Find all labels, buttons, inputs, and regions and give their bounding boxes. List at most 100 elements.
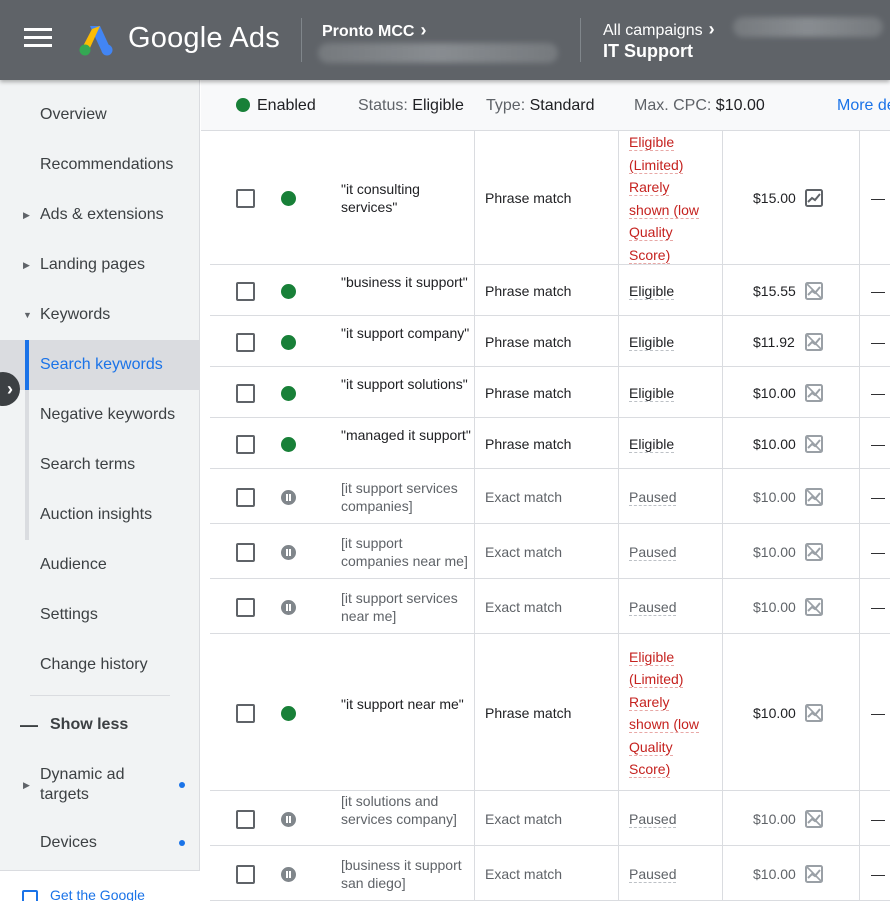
max-cpc-bid[interactable]: $10.00 (753, 811, 796, 827)
column-divider (618, 791, 619, 845)
enabled-status-icon[interactable] (281, 191, 296, 206)
row-checkbox[interactable] (236, 281, 255, 301)
table-row[interactable]: [it solutions and services company] Exact… (210, 791, 890, 846)
keyword-text[interactable]: [it support services near me] (341, 589, 471, 625)
keyword-status[interactable]: Eligible (629, 433, 719, 456)
paused-status-icon[interactable] (281, 811, 296, 827)
row-checkbox[interactable] (236, 809, 255, 829)
enabled-status-selector[interactable]: Enabled (257, 97, 316, 115)
keyword-text[interactable]: "it support near me" (341, 695, 471, 713)
empty-metric: — (871, 704, 885, 721)
chart-disabled-icon[interactable] (804, 597, 824, 617)
row-checkbox[interactable] (236, 703, 255, 723)
keyword-text[interactable]: [business it support san diego] (341, 856, 471, 892)
keyword-status[interactable]: Eligible (629, 331, 719, 354)
account-selector[interactable]: Pronto MCC › (322, 20, 426, 41)
keyword-status[interactable]: Eligible (629, 280, 719, 303)
keyword-status[interactable]: Paused (629, 541, 719, 564)
paused-status-icon[interactable] (281, 866, 296, 882)
sidebar-item-landing-pages[interactable]: ▶ Landing pages (0, 240, 200, 290)
chart-disabled-icon[interactable] (804, 487, 824, 507)
keyword-status[interactable]: Eligible (Limited) Rarely shown (low Quality… (629, 131, 719, 266)
enabled-status-icon[interactable] (281, 283, 296, 299)
sidebar-item-search-keywords[interactable]: Search keywords (0, 340, 200, 390)
chart-icon[interactable] (804, 188, 824, 208)
row-checkbox[interactable] (236, 189, 255, 208)
paused-status-icon[interactable] (281, 599, 296, 615)
chart-disabled-icon[interactable] (804, 703, 824, 723)
table-row[interactable]: [business it support san diego] Exact mat… (210, 846, 890, 901)
sidebar-item-overview[interactable]: Overview (0, 90, 200, 140)
row-checkbox[interactable] (236, 864, 255, 884)
sidebar-item-ads-extensions[interactable]: ▶ Ads & extensions (0, 190, 200, 240)
table-row[interactable]: "it support solutions" Phrase match Eligib… (210, 367, 890, 418)
keyword-text[interactable]: [it support companies near me] (341, 534, 471, 570)
keyword-text[interactable]: "business it support" (341, 273, 471, 291)
max-cpc-bid[interactable]: $10.00 (753, 705, 796, 721)
enabled-status-icon[interactable] (281, 334, 296, 350)
table-row[interactable]: "managed it support" Phrase match Eligible… (210, 418, 890, 469)
enabled-status-icon[interactable] (281, 436, 296, 452)
row-checkbox[interactable] (236, 487, 255, 507)
sidebar-item-recommendations[interactable]: Recommendations (0, 140, 200, 190)
max-cpc-bid[interactable]: $10.00 (753, 599, 796, 615)
enabled-status-icon[interactable] (281, 705, 296, 721)
table-row[interactable]: [it support companies near me] Exact matc… (210, 524, 890, 579)
keyword-text[interactable]: "managed it support" (341, 426, 471, 444)
paused-status-icon[interactable] (281, 489, 296, 505)
chart-disabled-icon[interactable] (804, 434, 824, 454)
table-row[interactable]: [it support services companies] Exact mat… (210, 469, 890, 524)
chart-disabled-icon[interactable] (804, 332, 824, 352)
max-cpc-bid[interactable]: $10.00 (753, 489, 796, 505)
more-details-link[interactable]: More de (837, 97, 890, 115)
sidebar-item-search-terms[interactable]: Search terms (0, 440, 200, 490)
max-cpc-bid[interactable]: $15.00 (753, 190, 796, 206)
keyword-text[interactable]: "it support company" (341, 324, 471, 342)
chart-disabled-icon[interactable] (804, 864, 824, 884)
chart-disabled-icon[interactable] (804, 281, 824, 301)
keyword-status[interactable]: Eligible (Limited) Rarely shown (low Quality… (629, 646, 719, 781)
paused-status-icon[interactable] (281, 544, 296, 560)
keyword-status[interactable]: Paused (629, 808, 719, 831)
sidebar-item-devices[interactable]: Devices (0, 818, 200, 868)
keyword-text[interactable]: [it solutions and services company] (341, 792, 471, 828)
max-cpc-bid[interactable]: $10.00 (753, 385, 796, 401)
keyword-text[interactable]: "it consulting services" (341, 180, 471, 216)
max-cpc-bid[interactable]: $15.55 (753, 283, 796, 299)
enabled-status-icon[interactable] (281, 385, 296, 401)
row-checkbox[interactable] (236, 434, 255, 454)
sidebar-item-auction-insights[interactable]: Auction insights (0, 490, 200, 540)
sidebar-item-settings[interactable]: Settings (0, 590, 200, 640)
menu-icon[interactable] (24, 28, 52, 50)
campaigns-selector[interactable]: All campaigns › (603, 19, 715, 40)
chart-disabled-icon[interactable] (804, 542, 824, 562)
table-row[interactable]: "business it support" Phrase match Eligibl… (210, 265, 890, 316)
row-checkbox[interactable] (236, 332, 255, 352)
row-checkbox[interactable] (236, 597, 255, 617)
sidebar-item-keywords[interactable]: ▼ Keywords (0, 290, 200, 340)
keyword-status[interactable]: Paused (629, 863, 719, 886)
sidebar-item-audience[interactable]: Audience (0, 540, 200, 590)
sidebar-item-negative-keywords[interactable]: Negative keywords (0, 390, 200, 440)
table-row[interactable]: "it support company" Phrase match Eligible… (210, 316, 890, 367)
max-cpc-bid[interactable]: $10.00 (753, 436, 796, 452)
keyword-status[interactable]: Paused (629, 596, 719, 619)
max-cpc-bid[interactable]: $10.00 (753, 544, 796, 560)
keyword-status[interactable]: Eligible (629, 382, 719, 405)
keyword-text[interactable]: [it support services companies] (341, 479, 471, 515)
row-checkbox[interactable] (236, 383, 255, 403)
table-row[interactable]: [it support services near me] Exact match… (210, 579, 890, 634)
keyword-status[interactable]: Paused (629, 486, 719, 509)
keyword-text[interactable]: "it support solutions" (341, 375, 471, 393)
chart-disabled-icon[interactable] (804, 809, 824, 829)
chart-disabled-icon[interactable] (804, 383, 824, 403)
sidebar-item-change-history[interactable]: Change history (0, 640, 200, 690)
table-row[interactable]: "it support near me" Phrase match Eligible… (210, 634, 890, 791)
max-cpc-bid[interactable]: $10.00 (753, 866, 796, 882)
max-cpc-bid[interactable]: $11.92 (753, 334, 795, 350)
sidebar-item-dynamic-ad-targets[interactable]: ▶ Dynamic ad targets (0, 760, 200, 810)
get-app-link[interactable]: Get the Google (0, 870, 200, 901)
table-row[interactable]: "it consulting services" Phrase match Elig… (210, 131, 890, 265)
sidebar-show-less[interactable]: — Show less (0, 700, 200, 750)
row-checkbox[interactable] (236, 542, 255, 562)
